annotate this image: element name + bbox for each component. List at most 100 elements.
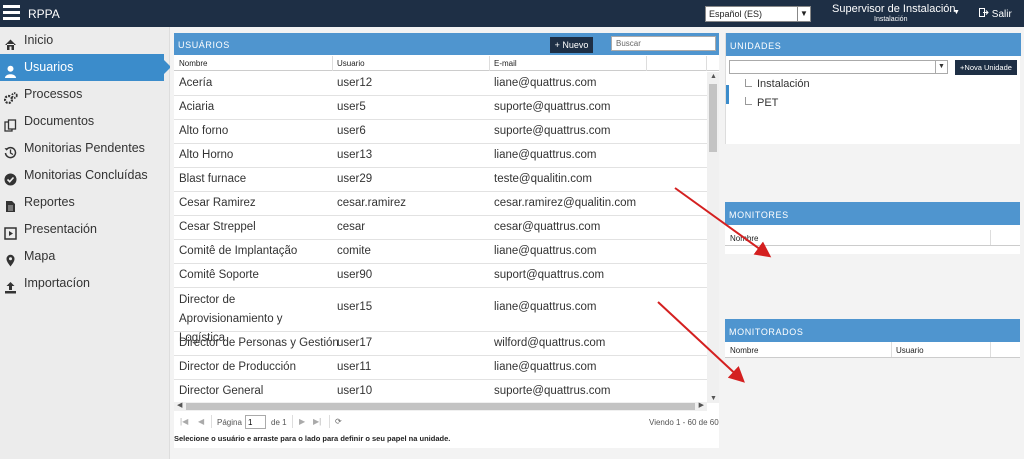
column-header-nombre[interactable]: Nombre <box>179 59 207 68</box>
table-row[interactable]: Alto Horno user13 liane@quattrus.com <box>174 144 707 168</box>
sidebar-item-usuarios[interactable]: Usuarios <box>0 54 171 81</box>
records-summary: Viendo 1 - 60 de 60 <box>649 418 719 427</box>
scroll-up-arrow-icon[interactable]: ▲ <box>710 73 717 80</box>
cell-usuario: user29 <box>337 173 373 185</box>
horizontal-scrollbar[interactable]: ◀ ▶ <box>174 402 707 411</box>
table-row[interactable]: Cesar Ramirez cesar.ramirez cesar.ramirez@… <box>174 192 707 216</box>
user-menu-caret-icon[interactable]: ▼ <box>953 9 960 16</box>
cell-email: liane@quattrus.com <box>494 77 597 89</box>
scrollbar-thumb[interactable] <box>186 403 695 410</box>
monitorados-panel-header: MONITORADOS <box>725 319 1020 342</box>
chevron-down-icon: ▼ <box>935 61 947 73</box>
scrollbar-thumb[interactable] <box>709 84 717 152</box>
sidebar-item-label: Inicio <box>24 33 54 47</box>
home-icon <box>4 34 17 50</box>
cell-email: suporte@quattrus.com <box>494 385 611 397</box>
users-table-header: Nombre Usuario E-mail <box>174 56 719 71</box>
cell-nombre: Cesar Streppel <box>179 221 256 233</box>
sidebar-item-label: Importacíon <box>24 276 91 290</box>
cell-email: liane@quattrus.com <box>494 245 597 257</box>
cell-nombre: Alto Horno <box>179 149 234 161</box>
sidebar-item-label: Monitorias Concluídas <box>24 168 148 182</box>
unidades-panel: UNIDADES ▼ +Nova Unidade Instalación PET <box>725 33 1021 144</box>
page-label: Página <box>217 418 242 427</box>
table-row[interactable]: Comitê de Implantação comite liane@quattru… <box>174 240 707 264</box>
cell-nombre: Comitê Soporte <box>179 269 259 281</box>
column-header-usuario[interactable]: Usuario <box>337 59 365 68</box>
sidebar-item-presentacion[interactable]: Presentación <box>0 216 170 243</box>
app-title: RPPA <box>28 7 60 21</box>
next-page-icon[interactable]: ▶ <box>299 417 305 426</box>
table-row[interactable]: Blast furnace user29 teste@qualitin.com <box>174 168 707 192</box>
user-name[interactable]: Supervisor de Instalación <box>832 3 956 15</box>
last-page-icon[interactable]: ▶| <box>313 417 321 426</box>
unidades-panel-title: UNIDADES <box>730 41 782 51</box>
table-row[interactable]: Director General user10 suporte@quattrus.c… <box>174 380 707 403</box>
monitores-panel-title: MONITORES <box>729 210 789 220</box>
refresh-icon[interactable]: ⟳ <box>335 417 342 426</box>
monitorados-table-header: Nombre Usuario <box>725 342 1020 358</box>
new-user-button[interactable]: + Nuevo <box>550 37 593 53</box>
tree-node-instalacion[interactable]: Instalación <box>757 78 810 90</box>
search-input[interactable] <box>611 36 716 51</box>
pager: |◀ ◀ Página de 1 ▶ ▶| ⟳ Viendo 1 - 60 de… <box>174 413 719 431</box>
column-header-usuario[interactable]: Usuario <box>896 346 924 355</box>
cell-usuario: user11 <box>337 361 372 373</box>
users-panel-header: USUÁRIOS + Nuevo <box>174 33 719 55</box>
table-row[interactable]: Comitê Soporte user90 suport@quattrus.com <box>174 264 707 288</box>
column-header-email[interactable]: E-mail <box>494 59 517 68</box>
table-row[interactable]: Acería user12 liane@quattrus.com <box>174 72 707 96</box>
sidebar: Inicio Usuarios Processos Documentos Mon… <box>0 27 171 459</box>
tree-node-pet[interactable]: PET <box>757 97 778 109</box>
monitorados-panel: MONITORADOS Nombre Usuario <box>725 319 1020 358</box>
cell-nombre: Director de Personas y Gestión <box>179 337 339 349</box>
hamburger-menu-icon[interactable] <box>3 5 20 20</box>
monitorados-panel-title: MONITORADOS <box>729 327 804 337</box>
monitores-table-header: Nombre <box>725 230 1020 246</box>
table-row[interactable]: Cesar Streppel cesar cesar@quattrus.com <box>174 216 707 240</box>
sidebar-item-label: Documentos <box>24 114 95 128</box>
cell-nombre: Director de Producción <box>179 361 296 373</box>
cell-nombre: Aciaria <box>179 101 215 113</box>
sidebar-item-documentos[interactable]: Documentos <box>0 108 170 135</box>
scroll-left-arrow-icon[interactable]: ◀ <box>177 401 182 409</box>
language-select[interactable]: Español (ES) ▼ <box>705 6 811 22</box>
first-page-icon[interactable]: |◀ <box>180 417 188 426</box>
cell-usuario: cesar.ramirez <box>337 197 407 209</box>
table-row[interactable]: Director de Personas y Gestión user17 wilf… <box>174 332 707 356</box>
users-panel-title: USUÁRIOS <box>178 40 230 50</box>
column-header-nombre[interactable]: Nombre <box>730 234 758 243</box>
cell-usuario: user6 <box>337 125 366 137</box>
table-row[interactable]: Alto forno user6 suporte@quattrus.com <box>174 120 707 144</box>
page-number-input[interactable] <box>245 415 266 429</box>
cell-email: cesar@quattrus.com <box>494 221 601 233</box>
sidebar-item-monitorias-concluidas[interactable]: Monitorias Concluídas <box>0 162 170 189</box>
table-row[interactable]: Director de Producción user11 liane@quattr… <box>174 356 707 380</box>
vertical-scrollbar[interactable]: ▲ ▼ <box>707 72 719 403</box>
logout-button[interactable]: Salir <box>979 8 1012 20</box>
new-unit-button[interactable]: +Nova Unidade <box>955 60 1017 75</box>
table-row[interactable]: Aciaria user5 suporte@quattrus.com <box>174 96 707 120</box>
sidebar-item-label: Processos <box>24 87 83 101</box>
sidebar-item-mapa[interactable]: Mapa <box>0 243 170 270</box>
prev-page-icon[interactable]: ◀ <box>198 417 204 426</box>
cell-usuario: user17 <box>337 337 373 349</box>
user-icon <box>4 61 17 78</box>
sidebar-item-monitorias-pendentes[interactable]: Monitorias Pendentes <box>0 135 170 162</box>
instruction-hint: Selecione o usuário e arraste para o lad… <box>174 434 451 443</box>
cell-usuario: user10 <box>337 385 373 397</box>
sidebar-item-reportes[interactable]: Reportes <box>0 189 170 216</box>
column-header-nombre[interactable]: Nombre <box>730 346 758 355</box>
cell-nombre: Blast furnace <box>179 173 247 185</box>
sidebar-item-importacion[interactable]: Importacíon <box>0 270 170 297</box>
chevron-down-icon: ▼ <box>797 7 810 21</box>
sidebar-item-processos[interactable]: Processos <box>0 81 170 108</box>
cell-nombre: Cesar Ramirez <box>179 197 256 209</box>
sidebar-item-inicio[interactable]: Inicio <box>0 27 170 54</box>
unit-select[interactable]: ▼ <box>729 60 948 74</box>
monitores-panel-header: MONITORES <box>725 202 1020 225</box>
scroll-right-arrow-icon[interactable]: ▶ <box>699 401 704 409</box>
table-row[interactable]: Director de Aprovisionamiento y Logístic… <box>174 288 707 344</box>
scroll-down-arrow-icon[interactable]: ▼ <box>710 395 717 402</box>
cell-usuario: comite <box>337 245 371 257</box>
